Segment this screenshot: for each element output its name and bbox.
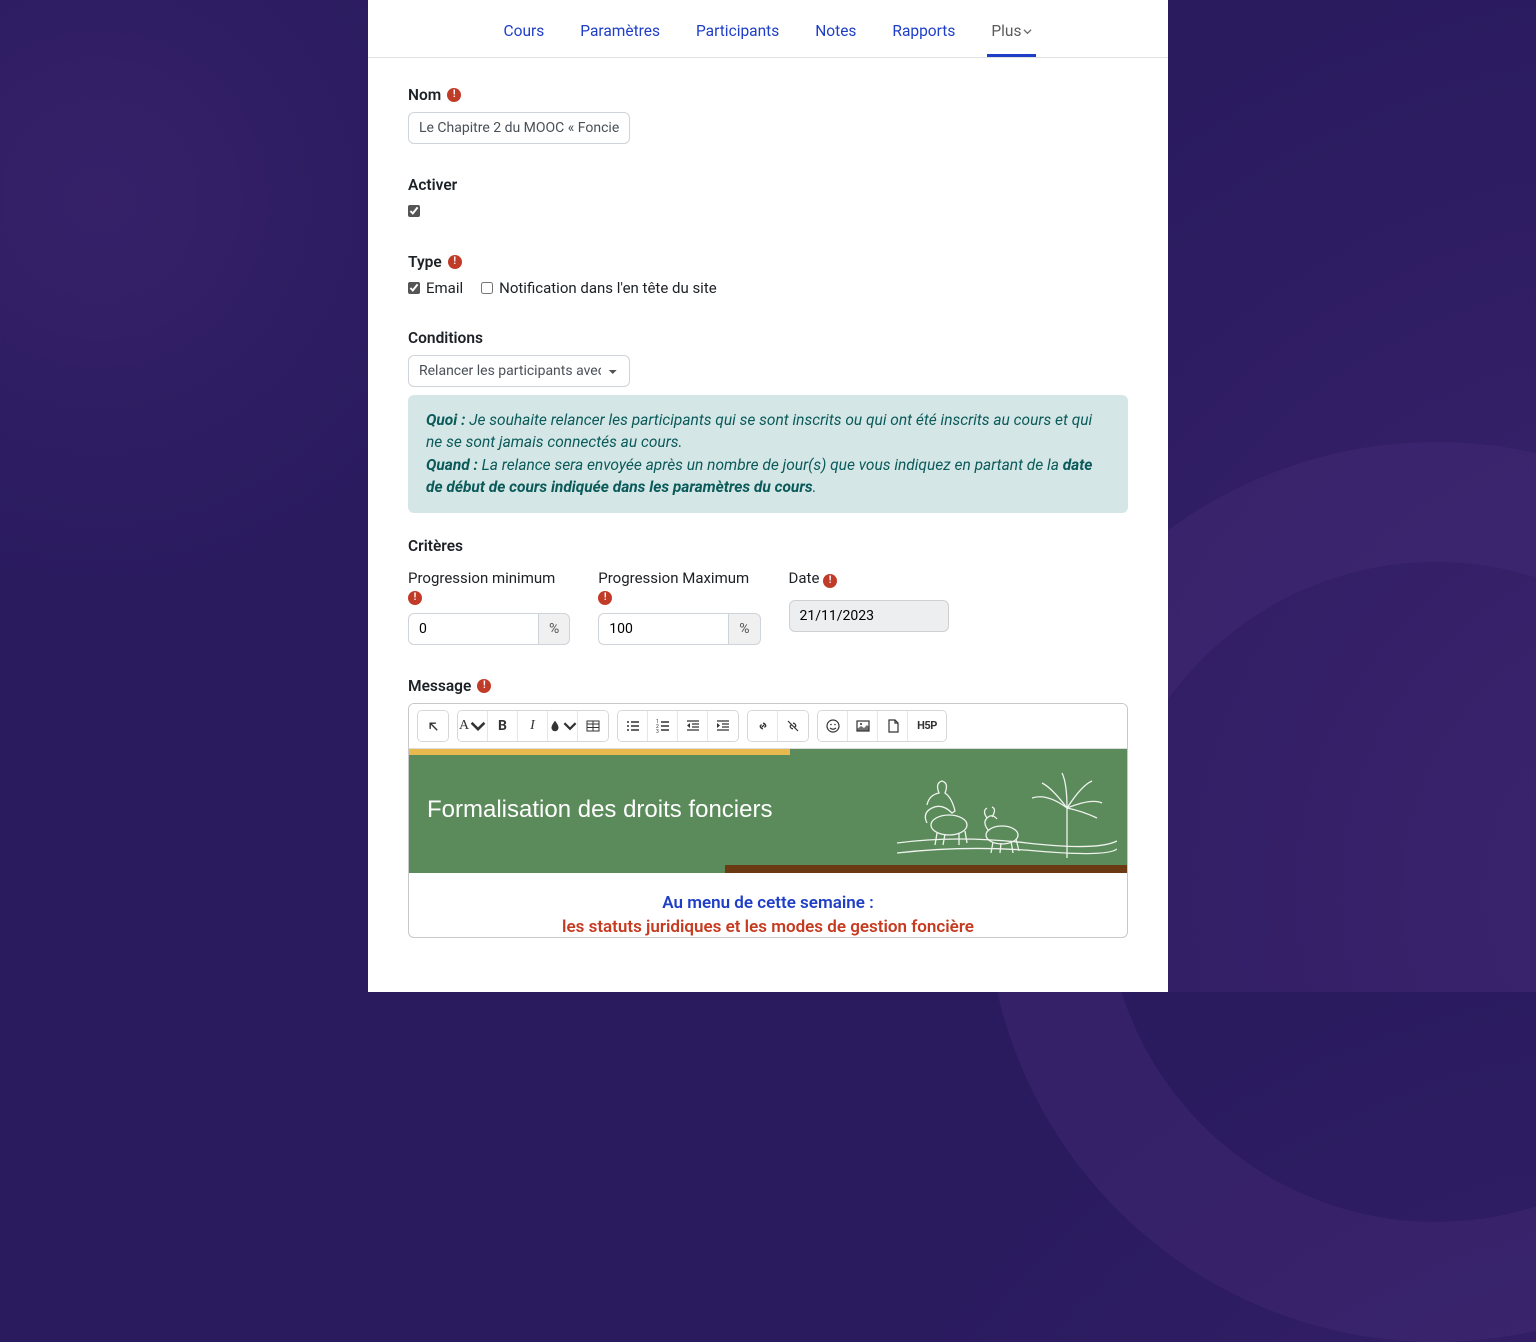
tab-cours[interactable]: Cours	[500, 12, 549, 57]
required-icon: !	[448, 255, 462, 269]
editor-toolbar: A B I 123	[409, 704, 1127, 749]
type-notif-option[interactable]: Notification dans l'en tête du site	[481, 279, 717, 297]
email-label: Email	[426, 279, 463, 297]
toolbar-emoji-button[interactable]	[818, 711, 848, 741]
editor-line-1: Au menu de cette semaine :	[427, 893, 1109, 913]
required-icon: !	[823, 574, 837, 588]
toolbar-bold-button[interactable]: B	[488, 711, 518, 741]
tab-notes[interactable]: Notes	[811, 12, 860, 57]
toolbar-color-button[interactable]	[548, 711, 578, 741]
notif-checkbox[interactable]	[481, 282, 493, 294]
activer-checkbox[interactable]	[408, 205, 420, 217]
conditions-select[interactable]: Relancer les participants avec une	[408, 355, 630, 387]
tab-participants[interactable]: Participants	[692, 12, 783, 57]
label-prog-max: Progression Maximum	[598, 569, 760, 587]
toolbar-h5p-button[interactable]: H5P	[908, 711, 946, 741]
info-quand-text-b: .	[813, 478, 817, 496]
toolbar-unlink-button[interactable]	[778, 711, 808, 741]
tab-plus-label: Plus	[991, 22, 1021, 40]
rich-text-editor: A B I 123	[408, 703, 1128, 938]
toolbar-file-button[interactable]	[878, 711, 908, 741]
toolbar-outdent-button[interactable]	[678, 711, 708, 741]
conditions-info-box: Quoi : Je souhaite relancer les particip…	[408, 395, 1128, 513]
banner-bottom-accent	[409, 865, 1127, 873]
tab-rapports[interactable]: Rapports	[888, 12, 959, 57]
percent-suffix: %	[538, 613, 570, 645]
toolbar-link-button[interactable]	[748, 711, 778, 741]
info-quand-label: Quand :	[426, 456, 478, 474]
type-email-option[interactable]: Email	[408, 279, 463, 297]
label-conditions: Conditions	[408, 329, 1128, 347]
nom-input[interactable]	[408, 112, 630, 144]
prog-max-input[interactable]	[598, 613, 728, 645]
required-icon: !	[447, 88, 461, 102]
tab-plus[interactable]: Plus	[987, 12, 1036, 57]
date-input[interactable]	[789, 600, 949, 632]
label-prog-min: Progression minimum	[408, 569, 570, 587]
required-icon: !	[477, 679, 491, 693]
required-icon: !	[408, 591, 422, 605]
notif-label: Notification dans l'en tête du site	[499, 279, 717, 297]
toolbar-ol-button[interactable]: 123	[648, 711, 678, 741]
banner-illustration	[897, 763, 1117, 863]
email-checkbox[interactable]	[408, 282, 420, 294]
tab-parametres[interactable]: Paramètres	[576, 12, 664, 57]
toolbar-image-button[interactable]	[848, 711, 878, 741]
label-message: Message !	[408, 677, 1128, 695]
toolbar-paragraph-button[interactable]: A	[458, 711, 488, 741]
label-type: Type !	[408, 253, 1128, 271]
label-activer: Activer	[408, 176, 1128, 194]
toolbar-italic-button[interactable]: I	[518, 711, 548, 741]
info-quoi-label: Quoi :	[426, 411, 465, 429]
percent-suffix: %	[728, 613, 760, 645]
label-nom: Nom !	[408, 86, 1128, 104]
label-date: Date !	[789, 569, 949, 588]
prog-min-input[interactable]	[408, 613, 538, 645]
course-tabs: Cours Paramètres Participants Notes Rapp…	[368, 0, 1168, 58]
banner-title: Formalisation des droits fonciers	[427, 796, 772, 824]
toolbar-table-button[interactable]	[578, 711, 608, 741]
info-quand-text-a: La relance sera envoyée après un nombre …	[478, 456, 1063, 474]
info-quoi-text: Je souhaite relancer les participants qu…	[426, 411, 1092, 451]
editor-line-2: les statuts juridiques et les modes de g…	[427, 917, 1109, 937]
main-panel: Cours Paramètres Participants Notes Rapp…	[368, 0, 1168, 992]
message-banner: Formalisation des droits fonciers	[409, 755, 1127, 865]
svg-text:3: 3	[656, 729, 659, 734]
chevron-down-icon	[1023, 22, 1032, 40]
label-criteres: Critères	[408, 537, 1128, 555]
toolbar-ul-button[interactable]	[618, 711, 648, 741]
required-icon: !	[598, 591, 612, 605]
editor-content[interactable]: Au menu de cette semaine : les statuts j…	[409, 873, 1127, 937]
toolbar-indent-button[interactable]	[708, 711, 738, 741]
toolbar-expand-button[interactable]	[418, 711, 448, 741]
